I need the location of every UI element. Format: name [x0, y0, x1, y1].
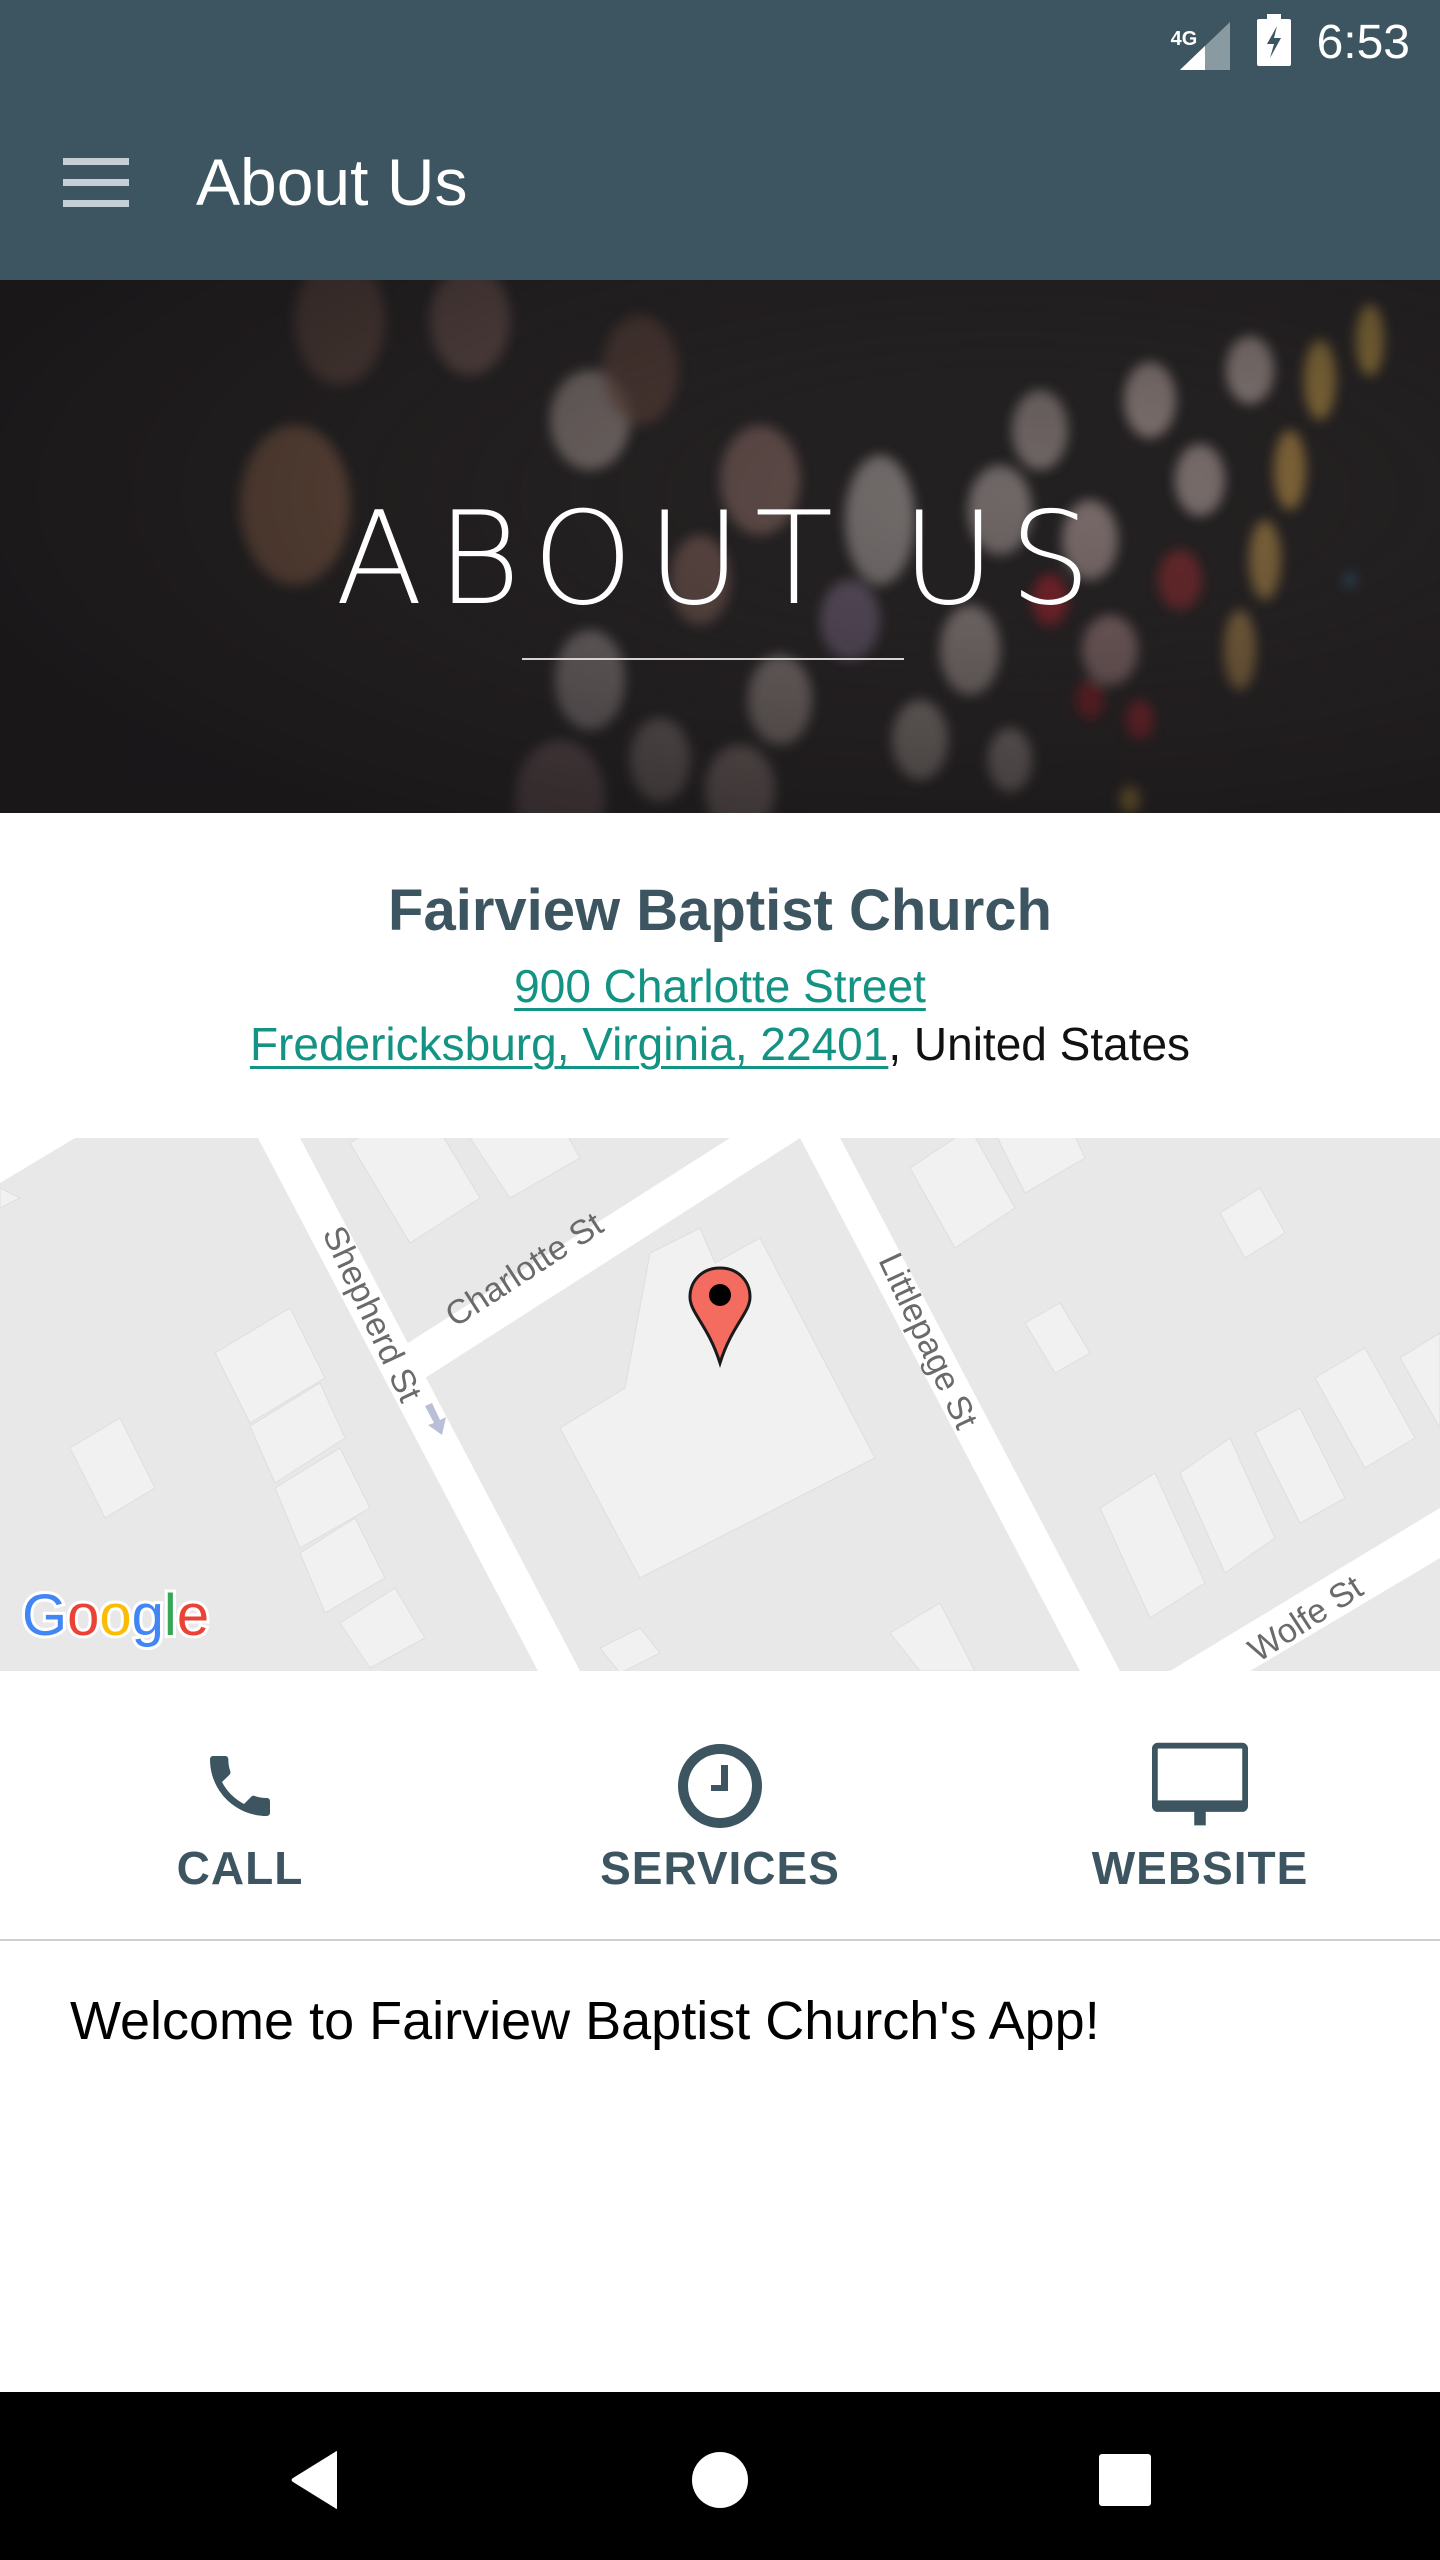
desktop-monitor-icon	[1152, 1741, 1248, 1831]
address-city-link[interactable]: Fredericksburg, Virginia, 22401	[250, 1018, 888, 1070]
action-bar: CALL SERVICES WEBSITE	[0, 1671, 1440, 1939]
website-button[interactable]: WEBSITE	[960, 1671, 1440, 1939]
page-title: About Us	[196, 145, 468, 219]
hero-title-text: ABOUT US	[335, 485, 1105, 634]
svg-text:Google: Google	[22, 1583, 209, 1648]
welcome-text: Welcome to Fairview Baptist Church's App…	[70, 1991, 1100, 2051]
services-button[interactable]: SERVICES	[480, 1671, 960, 1939]
address-street-link[interactable]: 900 Charlotte Street	[514, 960, 926, 1012]
hamburger-menu-icon	[63, 158, 129, 207]
church-info: Fairview Baptist Church 900 Charlotte St…	[0, 813, 1440, 1138]
services-label: SERVICES	[600, 1842, 840, 1894]
back-button[interactable]	[265, 2430, 365, 2530]
recents-button[interactable]	[1075, 2430, 1175, 2530]
signal-icon: 4G	[1171, 14, 1235, 70]
home-icon	[692, 2452, 748, 2508]
website-label: WEBSITE	[1091, 1842, 1309, 1894]
phone-icon	[192, 1741, 288, 1831]
network-type-label: 4G	[1170, 28, 1198, 50]
location-map[interactable]: Shepherd St Charlotte St Littlepage St W…	[0, 1138, 1440, 1671]
status-time: 6:53	[1316, 15, 1410, 69]
battery-charging-icon	[1256, 13, 1291, 71]
address-country: , United States	[888, 1018, 1191, 1070]
hero-title: ABOUT US	[0, 485, 1440, 634]
google-attribution-logo: Google Google	[19, 1580, 212, 1651]
address-line-1: 900 Charlotte Street	[0, 959, 1440, 1013]
system-navigation-bar	[0, 2392, 1440, 2560]
hero-banner: ABOUT US	[0, 280, 1440, 813]
section-divider	[0, 1939, 1440, 1941]
address-line-2: Fredericksburg, Virginia, 22401, United …	[0, 1017, 1440, 1071]
church-name: Fairview Baptist Church	[388, 878, 1052, 943]
status-icons: 4G 6:53	[1171, 0, 1410, 84]
clock-icon	[672, 1741, 768, 1831]
call-button[interactable]: CALL	[0, 1671, 480, 1939]
recents-icon	[1099, 2454, 1151, 2506]
hamburger-menu-button[interactable]	[56, 148, 136, 218]
status-bar: 4G 6:53	[0, 0, 1440, 84]
call-label: CALL	[176, 1842, 304, 1894]
hero-divider	[522, 658, 904, 660]
home-button[interactable]	[670, 2430, 770, 2530]
back-icon	[291, 2451, 337, 2509]
app-bar: About Us	[0, 84, 1440, 280]
